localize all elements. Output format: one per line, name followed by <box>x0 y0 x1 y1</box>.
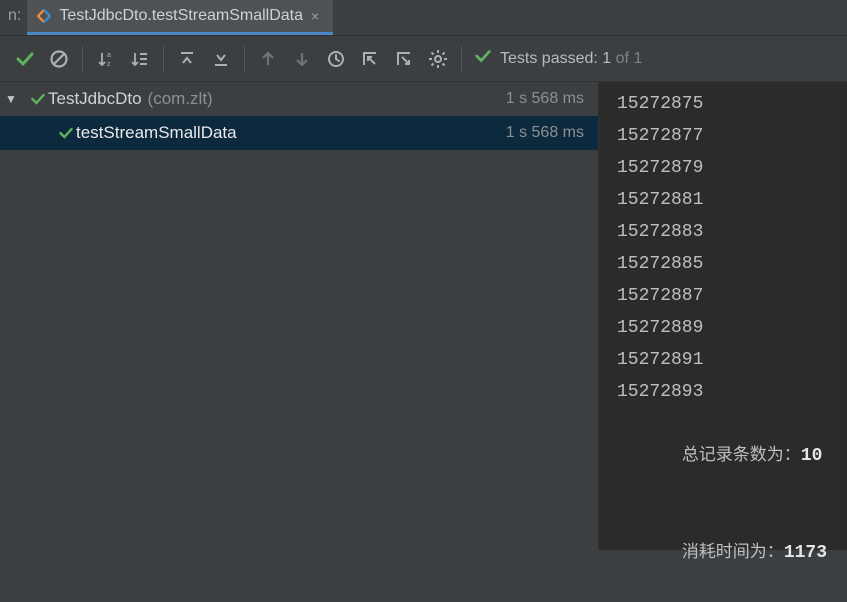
console-line: 15272879 <box>617 152 847 184</box>
scrollbar[interactable] <box>838 82 845 550</box>
tab-bar: n: TestJdbcDto.testStreamSmallData × <box>0 0 847 36</box>
console-line: 15272883 <box>617 216 847 248</box>
tests-passed-count: 1 <box>602 50 611 67</box>
test-toolbar: a z <box>0 36 847 82</box>
tests-passed-label: Tests passed: <box>500 50 598 67</box>
console-total-value: 10 <box>801 446 823 466</box>
console-line: 15272877 <box>617 120 847 152</box>
sort-button[interactable]: a z <box>89 42 123 76</box>
console-lines: 1527287515272877152728791527288115272883… <box>617 88 847 408</box>
console-total-label: 总记录条数为： <box>682 447 801 466</box>
toolbar-separator <box>163 46 164 72</box>
test-class-duration: 1 s 568 ms <box>506 90 584 108</box>
test-pass-icon <box>28 91 48 107</box>
import-tests-button[interactable] <box>353 42 387 76</box>
test-class-row[interactable]: ▼ TestJdbcDto (com.zlt) 1 s 568 ms <box>0 82 598 116</box>
test-method-duration: 1 s 568 ms <box>506 124 584 142</box>
toolbar-separator <box>244 46 245 72</box>
run-config-icon <box>37 9 51 23</box>
tab-prefix-label: n: <box>8 7 27 29</box>
tests-total-count: 1 <box>633 50 642 67</box>
console-line: 15272893 <box>617 376 847 408</box>
console-line: 15272881 <box>617 184 847 216</box>
console-total-line: 总记录条数为：10 <box>617 408 847 505</box>
export-tests-button[interactable] <box>387 42 421 76</box>
svg-text:a: a <box>107 52 111 59</box>
console-line: 15272889 <box>617 312 847 344</box>
expand-all-button[interactable] <box>123 42 157 76</box>
toolbar-separator <box>461 46 462 72</box>
show-ignored-button[interactable] <box>42 42 76 76</box>
tests-status: Tests passed: 1 of 1 <box>468 47 642 70</box>
run-config-tab[interactable]: TestJdbcDto.testStreamSmallData × <box>27 0 333 35</box>
tab-title: TestJdbcDto.testStreamSmallData <box>59 7 303 25</box>
prev-failed-button[interactable] <box>251 42 285 76</box>
tests-of-label: of <box>616 50 629 67</box>
body-split: ▼ TestJdbcDto (com.zlt) 1 s 568 ms testS… <box>0 82 847 550</box>
console-line: 15272891 <box>617 344 847 376</box>
console-line: 15272887 <box>617 280 847 312</box>
test-class-name: TestJdbcDto <box>48 89 142 109</box>
show-passed-button[interactable] <box>8 42 42 76</box>
console-time-value: 1173 <box>784 543 827 563</box>
chevron-down-icon[interactable]: ▼ <box>0 92 18 106</box>
tests-passed-check-icon <box>474 47 492 70</box>
next-failed-button[interactable] <box>285 42 319 76</box>
close-icon[interactable]: × <box>311 8 319 24</box>
console-time-line: 消耗时间为：1173 <box>617 505 847 602</box>
settings-button[interactable] <box>421 42 455 76</box>
test-history-button[interactable] <box>319 42 353 76</box>
expand-all-down-button[interactable] <box>204 42 238 76</box>
console-line: 15272875 <box>617 88 847 120</box>
console-line: 15272885 <box>617 248 847 280</box>
collapse-all-button[interactable] <box>170 42 204 76</box>
test-tree[interactable]: ▼ TestJdbcDto (com.zlt) 1 s 568 ms testS… <box>0 82 598 550</box>
test-method-name: testStreamSmallData <box>76 123 237 143</box>
toolbar-separator <box>82 46 83 72</box>
test-class-package: (com.zlt) <box>148 89 213 109</box>
test-pass-icon <box>56 125 76 141</box>
console-output[interactable]: 1527287515272877152728791527288115272883… <box>598 82 847 550</box>
test-method-row[interactable]: testStreamSmallData 1 s 568 ms <box>0 116 598 150</box>
svg-text:z: z <box>107 61 111 68</box>
console-time-label: 消耗时间为： <box>682 544 784 563</box>
